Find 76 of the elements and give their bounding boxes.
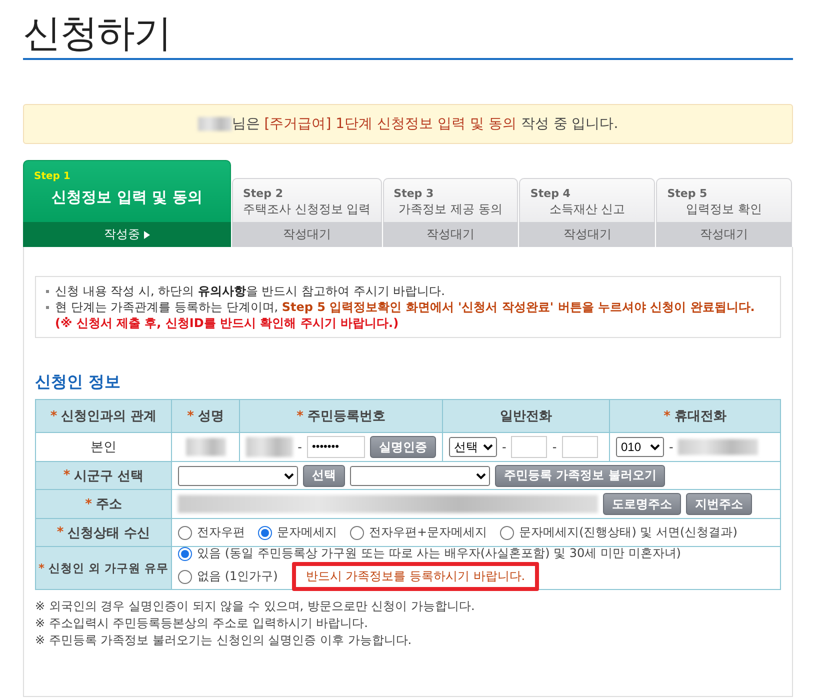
section-title: 신청인 정보 — [35, 372, 122, 393]
status-text: 작성대기 — [282, 226, 331, 243]
column-header: 주민등록번호 — [307, 408, 386, 425]
column-header: 신청인과의 관계 — [61, 408, 157, 425]
table-cell-text: 본인 — [90, 439, 116, 456]
column-header: 성명 — [198, 408, 224, 425]
radio-option[interactable]: 있음 (동일 주민등록상 가구원 또는 따로 사는 배우자(사실혼포함) 및 30세 미만 미혼자녀) — [178, 545, 681, 562]
separator: - — [298, 440, 302, 454]
radio-button[interactable] — [178, 570, 192, 584]
required-asterisk: * — [296, 408, 304, 424]
input-field[interactable] — [562, 436, 598, 458]
triangle-right-icon — [144, 230, 150, 238]
callout-text: 반드시 가족정보를 등록하시기 바랍니다. — [292, 562, 540, 591]
column-header: 휴대전화 — [674, 408, 726, 425]
step-tab[interactable]: Step 3 가족정보 제공 동의 — [382, 178, 518, 222]
required-asterisk: * — [187, 408, 194, 424]
separator: - — [502, 440, 506, 454]
radio-option[interactable]: 없음 (1인가구) — [178, 568, 278, 585]
step-title: 신청정보 입력 및 동의 — [52, 188, 202, 206]
area-code-select[interactable]: 선택 — [449, 437, 497, 457]
input-field[interactable]: ••••••• — [307, 436, 365, 458]
step-number: Step 3 — [394, 187, 434, 200]
row-label: 시군구 선택 — [74, 468, 144, 484]
note-text: ※ 주소입력시 주민등록등본상의 주소로 입력하시기 바랍니다. — [35, 615, 369, 632]
redacted-name — [186, 438, 226, 456]
required-asterisk: * — [63, 468, 70, 483]
row-label: 신청상태 수신 — [68, 524, 150, 542]
step-number: Step 5 — [667, 187, 708, 200]
status-text: 작성대기 — [700, 226, 748, 243]
step-number: Step 2 — [243, 187, 283, 200]
guide-text: 신청 내용 작성 시, 하단의 유의사항을 반드시 참고하여 주시기 바랍니다. — [55, 283, 445, 299]
note-text: ※ 주민등록 가족정보 불러오기는 신청인의 실명인증 이후 가능합니다. — [35, 632, 413, 649]
required-asterisk: * — [664, 408, 670, 424]
note-text: ※ 외국인의 경우 실명인증이 되지 않을 수 있으며, 방문으로만 신청이 가능합니다. — [35, 598, 476, 615]
page-title: 신청하기 — [23, 10, 172, 57]
bullet-icon — [46, 290, 49, 293]
status-text: 작성대기 — [426, 226, 475, 243]
warning-text: (※ 신청서 제출 후, 신청ID를 반드시 확인해 주시기 바랍니다.) — [55, 315, 400, 331]
status-text: 작성대기 — [563, 226, 612, 243]
separator: - — [552, 440, 557, 454]
radio-button[interactable] — [350, 526, 364, 540]
required-asterisk: * — [56, 525, 64, 540]
step-title: 입력정보 확인 — [686, 202, 762, 216]
guide-text: 현 단계는 가족관계를 등록하는 단계이며, Step 5 입력정보확인 화면에서 '신청서 작성완료' 버튼을 누르셔야 신청이 완료됩니다. — [55, 299, 755, 315]
required-asterisk: * — [38, 561, 44, 575]
radio-option[interactable]: 문자메세지 — [258, 524, 337, 541]
radio-button[interactable] — [178, 526, 192, 540]
district-select[interactable] — [350, 466, 490, 486]
input-field[interactable] — [511, 436, 548, 458]
row-label: 주소 — [96, 496, 122, 513]
step-tab[interactable]: Step 4 소득재산 신고 — [519, 178, 656, 222]
separator: - — [669, 440, 674, 454]
required-asterisk: * — [50, 408, 58, 424]
step-title: 소득재산 신고 — [549, 202, 626, 216]
notice-text: 님은 [주거급여] 1단계 신청정보 입력 및 동의 작성 중 입니다. — [232, 115, 618, 133]
step-title: 주택조사 신청정보 입력 — [243, 202, 371, 216]
radio-button[interactable] — [258, 526, 272, 540]
radio-button[interactable] — [500, 526, 514, 540]
step-number: Step 4 — [530, 187, 570, 200]
radio-option[interactable]: 전자우편 — [178, 524, 245, 541]
step-tab[interactable]: Step 5 입력정보 확인 — [656, 178, 792, 222]
redacted-number — [246, 437, 293, 457]
status-text: 작성중 — [104, 226, 140, 243]
redacted-name — [198, 117, 232, 131]
required-asterisk: * — [85, 496, 92, 512]
step-number: Step 1 — [34, 171, 70, 182]
column-header: 일반전화 — [500, 408, 552, 425]
row-label: 신청인 외 가구원 유무 — [48, 560, 169, 576]
mobile-prefix-select[interactable]: 010 — [616, 437, 664, 457]
radio-button[interactable] — [178, 546, 192, 560]
step-tab[interactable]: Step 2 주택조사 신청정보 입력 — [232, 178, 382, 222]
radio-option[interactable]: 문자메세지(진행상태) 및 서면(신청결과) — [500, 524, 738, 541]
step-title: 가족정보 제공 동의 — [398, 202, 502, 216]
bullet-icon — [46, 306, 49, 309]
province-select[interactable] — [178, 466, 298, 486]
radio-option[interactable]: 전자우편+문자메세지 — [350, 524, 488, 541]
